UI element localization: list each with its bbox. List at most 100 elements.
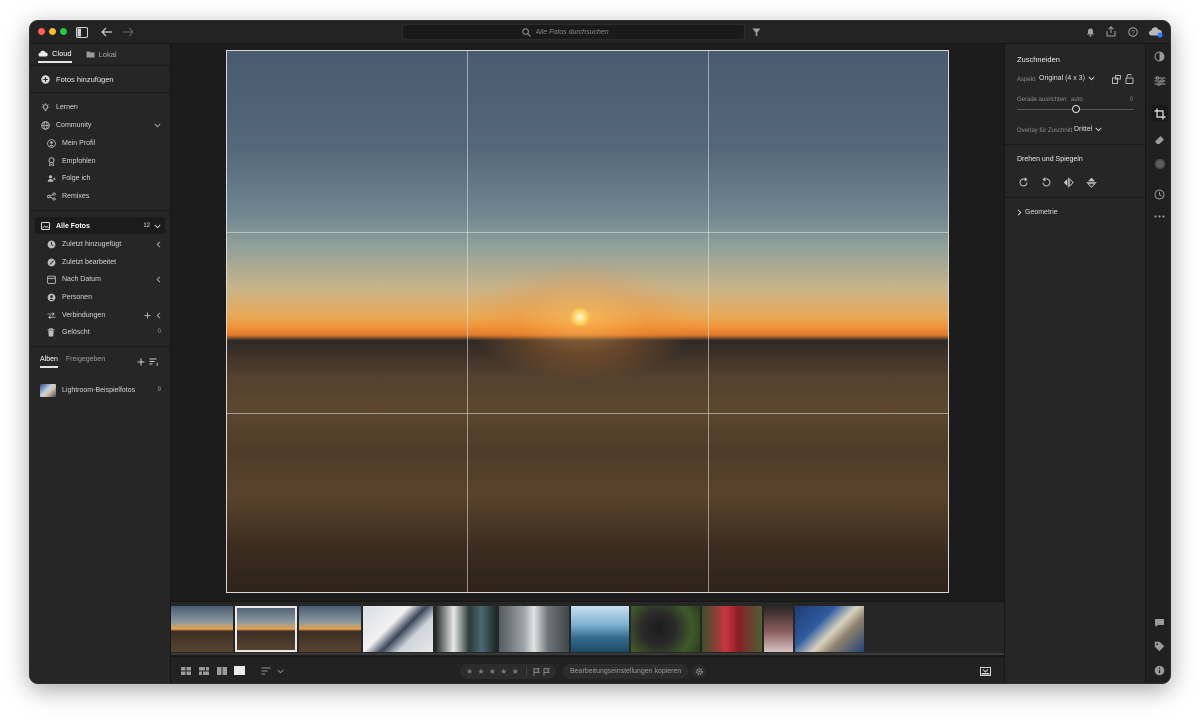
sort-icon[interactable] [149,357,159,366]
overlay-dropdown[interactable]: Drittel [1074,126,1102,133]
add-connection-plus-icon[interactable] [144,312,151,319]
filmstrip-scrollbar[interactable] [171,653,1004,655]
chevron-down-icon [154,224,161,229]
sliders-icon[interactable] [1153,74,1166,87]
overlay-value: Drittel [1074,126,1093,133]
geometry-section-toggle[interactable]: Geometrie [1017,209,1058,216]
forward-arrow-icon[interactable] [121,26,134,38]
filmstrip-thumb-4[interactable] [363,606,433,652]
sidebar-item-empfohlen[interactable]: Empfohlen [46,153,187,169]
filmstrip-thumb-10[interactable] [764,606,793,652]
bell-icon[interactable] [1085,27,1095,37]
tab-lokal[interactable]: Lokal [86,49,117,63]
crop-grid-line-h1 [227,232,948,233]
filmstrip-thumb-1[interactable] [171,606,233,652]
search-input[interactable] [535,28,626,36]
tab-freigegeben[interactable]: Freigegeben [66,356,105,368]
flag-pick-icon[interactable] [533,667,540,676]
sidebar-item-folge-ich[interactable]: Folge ich [46,170,187,186]
minimize-window-button[interactable] [49,28,56,35]
crop-tool-icon[interactable] [1151,105,1168,122]
detail-view-icon[interactable] [233,665,246,676]
tag-icon[interactable] [1153,640,1166,653]
aspect-dropdown[interactable]: Original (4 x 3) [1039,75,1095,82]
comment-icon[interactable] [1153,616,1166,629]
filmstrip-thumb-7[interactable] [571,606,629,652]
close-window-button[interactable] [38,28,45,35]
help-icon[interactable]: ? [1127,26,1138,37]
rotate-counterclockwise-icon[interactable] [1040,176,1052,188]
sidebar-item-remixes[interactable]: Remixes [46,188,187,204]
sidebar-item-zuletzt-hinzugefuegt[interactable]: Zuletzt hinzugefügt [46,236,171,252]
copy-edit-settings-button[interactable]: Bearbeitungseinstellungen kopieren [563,664,689,679]
photos-icon [40,221,50,231]
sidebar-item-alle-fotos[interactable]: Alle Fotos 12 [40,218,171,234]
share-icon[interactable] [1105,26,1116,37]
sort-lines-icon[interactable] [260,666,271,676]
tab-alben[interactable]: Alben [40,356,58,368]
filmstrip-thumb-2-selected[interactable] [235,606,297,652]
sort-chevron-down-icon[interactable] [276,667,284,675]
album-count: 9 [157,387,161,393]
healing-eraser-icon[interactable] [1153,133,1166,146]
right-edit-panel: Zuschneiden Aspekt Original (4 x 3) Gera… [1004,44,1146,683]
straighten-auto-button[interactable]: auto [1071,97,1083,103]
sidebar-toggle-icon[interactable] [75,26,88,38]
add-album-plus-icon[interactable] [136,357,145,366]
flag-reject-icon[interactable] [543,667,550,676]
add-photos-button[interactable]: Fotos hinzufügen [40,71,181,87]
album-lightroom-beispielfotos[interactable]: Lightroom-Beispielfotos 9 [40,382,171,398]
filmstrip-thumb-5[interactable] [435,606,497,652]
back-arrow-icon[interactable] [100,26,113,38]
geometry-label: Geometrie [1025,209,1058,216]
main-photo-crop-area[interactable] [226,50,949,593]
rating-flag-group: ★ ★ ★ ★ ★ [460,664,556,679]
rotate-clockwise-icon[interactable] [1017,176,1029,188]
edit-presets-icon[interactable] [1153,50,1166,63]
sidebar-item-lernen-label: Lernen [56,103,78,111]
masking-icon[interactable] [1153,157,1166,170]
tab-cloud[interactable]: Cloud [38,49,72,63]
filmstrip-toggle-icon[interactable] [979,666,991,676]
compare-view-icon[interactable] [216,666,227,676]
flip-horizontal-icon[interactable] [1062,176,1074,188]
unlock-icon[interactable] [1124,74,1134,84]
more-options-icon[interactable] [1153,210,1166,223]
search-bar[interactable] [402,24,745,40]
zoom-window-button[interactable] [60,28,67,35]
history-icon[interactable] [1153,188,1166,201]
sidebar-item-community[interactable]: Community [40,117,171,133]
filmstrip-thumb-11[interactable] [795,606,864,652]
filmstrip-thumb-6[interactable] [499,606,569,652]
rotate-crop-icon[interactable] [1111,74,1121,84]
cloud-sync-icon[interactable] [1148,25,1163,38]
app-window: ? Cloud Lokal Fotos hinzufügen Lernen [29,20,1171,684]
aspect-label: Aspekt [1017,77,1036,83]
info-icon[interactable] [1153,664,1166,677]
filmstrip-thumb-9[interactable] [702,606,762,652]
sidebar-item-zuletzt-bearbeitet[interactable]: Zuletzt bearbeitet [46,254,187,270]
sidebar-item-verbindungen[interactable]: Verbindungen [46,307,171,323]
chevron-down-icon [1088,76,1095,81]
geloescht-count: 0 [157,329,161,335]
filmstrip-thumb-8[interactable] [631,606,700,652]
square-grid-view-icon[interactable] [180,666,191,676]
sidebar-item-lernen[interactable]: Lernen [40,99,181,115]
filmstrip-thumb-3[interactable] [299,606,361,652]
gear-icon[interactable] [692,665,706,678]
crop-grid-line-h2 [227,413,948,414]
sidebar-item-mein-profil[interactable]: Mein Profil [46,135,187,151]
sidebar-item-verbindungen-label: Verbindungen [62,311,106,319]
filter-icon[interactable] [751,27,761,37]
star-rating[interactable]: ★ ★ ★ ★ ★ [466,667,520,676]
sun [569,308,591,326]
center-canvas: ★ ★ ★ ★ ★ Bearbeitungseinstellungen kopi… [171,44,1004,683]
sidebar-item-nach-datum[interactable]: Nach Datum [46,271,171,287]
search-icon [521,27,531,37]
sidebar-item-personen[interactable]: Personen [46,289,187,305]
photo-grid-view-icon[interactable] [198,666,209,676]
straighten-slider-thumb[interactable] [1071,105,1080,113]
flip-vertical-icon[interactable] [1085,176,1097,188]
straighten-value: 0 [1130,97,1134,103]
sidebar-item-geloescht[interactable]: Gelöscht 0 [46,324,171,340]
